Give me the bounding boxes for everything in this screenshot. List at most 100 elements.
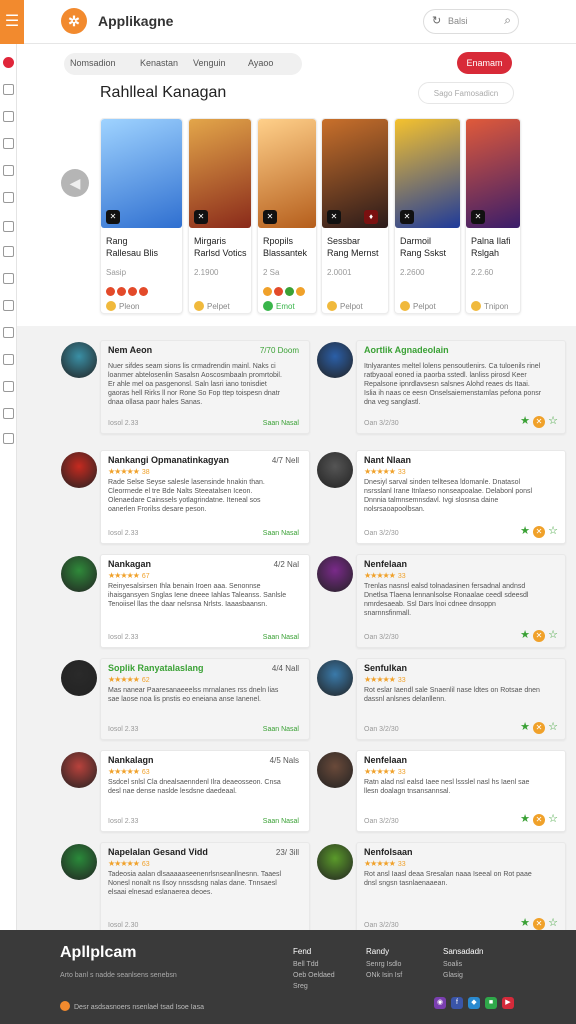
sidebar-item-icon[interactable] (3, 84, 14, 95)
game-card[interactable]: ✕ ♦ Sessbar Rang Mernst 2.0001 Pelpot (321, 118, 389, 314)
sidebar-item-icon[interactable] (3, 246, 14, 257)
social-icon[interactable]: ◆ (468, 997, 480, 1009)
game-card[interactable]: ✕ Darmoil Rang Sskst 2.2600 Pelpot (394, 118, 461, 314)
game-title[interactable]: Palna Ilafi Rslgah (471, 235, 520, 259)
star-outline-icon[interactable]: ☆ (547, 721, 559, 733)
reviewer-name[interactable]: Nant Nlaan (364, 455, 411, 465)
game-action-button[interactable]: Pelpet (194, 301, 230, 311)
reviewer-name[interactable]: Nankagan (108, 559, 151, 569)
sidebar-item-icon[interactable] (3, 111, 14, 122)
sidebar-home-icon[interactable] (3, 57, 14, 68)
sidebar-item-icon[interactable] (3, 433, 14, 444)
reviewer-avatar[interactable] (317, 556, 353, 592)
star-icon[interactable]: ★ (519, 629, 531, 641)
app-logo[interactable]: ✲ (61, 8, 87, 34)
close-icon[interactable]: ✕ (533, 416, 545, 428)
tab-item[interactable]: Ayaoo (248, 58, 273, 68)
sidebar-item-icon[interactable] (3, 381, 14, 392)
game-title[interactable]: Mirgaris Rarlsd Votics (194, 235, 251, 259)
close-icon[interactable]: ✕ (533, 630, 545, 642)
star-icon[interactable]: ★ (519, 415, 531, 427)
reviewer-avatar[interactable] (61, 556, 97, 592)
tab-item[interactable]: Venguin (193, 58, 226, 68)
tab-item[interactable]: Nomsadion (70, 58, 116, 68)
reviewer-name[interactable]: Nenfolsaan (364, 847, 413, 857)
game-title[interactable]: Sessbar Rang Mernst (327, 235, 388, 259)
search-icon[interactable]: ⌕ (504, 13, 511, 28)
primary-button[interactable]: Enamam (457, 52, 512, 74)
reviewer-name[interactable]: Nankangi Opmanatinkagyan (108, 455, 229, 465)
star-outline-icon[interactable]: ☆ (547, 525, 559, 537)
game-card[interactable]: ✕ Rpopils Blassantek 2 Sa Emot (257, 118, 317, 314)
tab-item[interactable]: Kenastan (140, 58, 178, 68)
reviewer-avatar[interactable] (61, 752, 97, 788)
social-icon[interactable]: f (451, 997, 463, 1009)
footer-link[interactable]: ONk Isin Isf (366, 970, 402, 981)
social-icon[interactable]: ◉ (434, 997, 446, 1009)
sort-button[interactable]: Sago Famosadicn (418, 82, 514, 104)
star-icon[interactable]: ★ (519, 917, 531, 929)
reviewer-avatar[interactable] (317, 660, 353, 696)
social-icon[interactable]: ▶ (502, 997, 514, 1009)
sidebar-item-icon[interactable] (3, 354, 14, 365)
sidebar-item-icon[interactable] (3, 192, 14, 203)
search-box[interactable]: ↻ Balsi ⌕ (423, 9, 519, 34)
reviewer-avatar[interactable] (61, 844, 97, 880)
search-input[interactable]: Balsi (448, 16, 468, 26)
game-title[interactable]: Darmoil Rang Sskst (400, 235, 460, 259)
footer-link[interactable]: Oeb Oeldaed (293, 970, 335, 981)
review-link[interactable]: Saan Nasal (263, 530, 299, 537)
star-outline-icon[interactable]: ☆ (547, 813, 559, 825)
star-outline-icon[interactable]: ☆ (547, 415, 559, 427)
reviewer-avatar[interactable] (61, 452, 97, 488)
close-icon[interactable]: ✕ (533, 918, 545, 930)
reviewer-avatar[interactable] (61, 660, 97, 696)
menu-icon[interactable]: ☰ (0, 0, 24, 44)
game-action-button[interactable]: Pelpot (327, 301, 363, 311)
footer-link[interactable]: Sreg (293, 981, 335, 992)
sidebar-item-icon[interactable] (3, 138, 14, 149)
social-icon[interactable]: ■ (485, 997, 497, 1009)
sidebar-item-icon[interactable] (3, 273, 14, 284)
reviewer-avatar[interactable] (317, 342, 353, 378)
sidebar-item-icon[interactable] (3, 300, 14, 311)
carousel-prev-button[interactable]: ◀ (61, 169, 89, 197)
reviewer-name[interactable]: Senfulkan (364, 663, 407, 673)
reviewer-avatar[interactable] (317, 452, 353, 488)
sidebar-item-icon[interactable] (3, 165, 14, 176)
reviewer-name[interactable]: Nenfelaan (364, 559, 407, 569)
game-card[interactable]: ✕ Palna Ilafi Rslgah 2.2.60 Tnipon (465, 118, 521, 314)
game-action-button[interactable]: Pelpot (400, 301, 436, 311)
reviewer-name[interactable]: Soplik Ranyatalaslang (108, 663, 204, 673)
sidebar-item-icon[interactable] (3, 408, 14, 419)
reviewer-name[interactable]: Nem Aeon (108, 345, 152, 355)
reviewer-name[interactable]: Nankalagn (108, 755, 154, 765)
reviewer-name[interactable]: Napelalan Gesand Vidd (108, 847, 208, 857)
game-title[interactable]: Rpopils Blassantek (263, 235, 316, 259)
reviewer-name[interactable]: Aortlik Agnadeolain (364, 345, 449, 355)
footer-link[interactable]: Bell Tdd (293, 959, 335, 970)
game-title[interactable]: Rang Rallesau Blis (106, 235, 182, 259)
game-card[interactable]: ✕ Mirgaris Rarlsd Votics 2.1900 Pelpet (188, 118, 252, 314)
review-link[interactable]: Saan Nasal (263, 420, 299, 427)
star-icon[interactable]: ★ (519, 525, 531, 537)
reviewer-avatar[interactable] (317, 752, 353, 788)
game-action-button[interactable]: Tnipon (471, 301, 508, 311)
game-action-button[interactable]: Emot (263, 301, 295, 311)
close-icon[interactable]: ✕ (533, 722, 545, 734)
footer-link[interactable]: Glasig (443, 970, 483, 981)
sidebar-item-icon[interactable] (3, 327, 14, 338)
close-icon[interactable]: ✕ (533, 814, 545, 826)
footer-link[interactable]: Soalis (443, 959, 483, 970)
game-card[interactable]: ✕ Rang Rallesau Blis Sasip Pleon (100, 118, 183, 314)
game-action-button[interactable]: Pleon (106, 301, 139, 311)
reviewer-avatar[interactable] (61, 342, 97, 378)
review-link[interactable]: Saan Nasal (263, 818, 299, 825)
review-link[interactable]: Saan Nasal (263, 726, 299, 733)
review-link[interactable]: Saan Nasal (263, 634, 299, 641)
sidebar-item-icon[interactable] (3, 221, 14, 232)
star-icon[interactable]: ★ (519, 721, 531, 733)
footer-link[interactable]: Senrg Isdlo (366, 959, 402, 970)
star-outline-icon[interactable]: ☆ (547, 629, 559, 641)
reviewer-name[interactable]: Nenfelaan (364, 755, 407, 765)
